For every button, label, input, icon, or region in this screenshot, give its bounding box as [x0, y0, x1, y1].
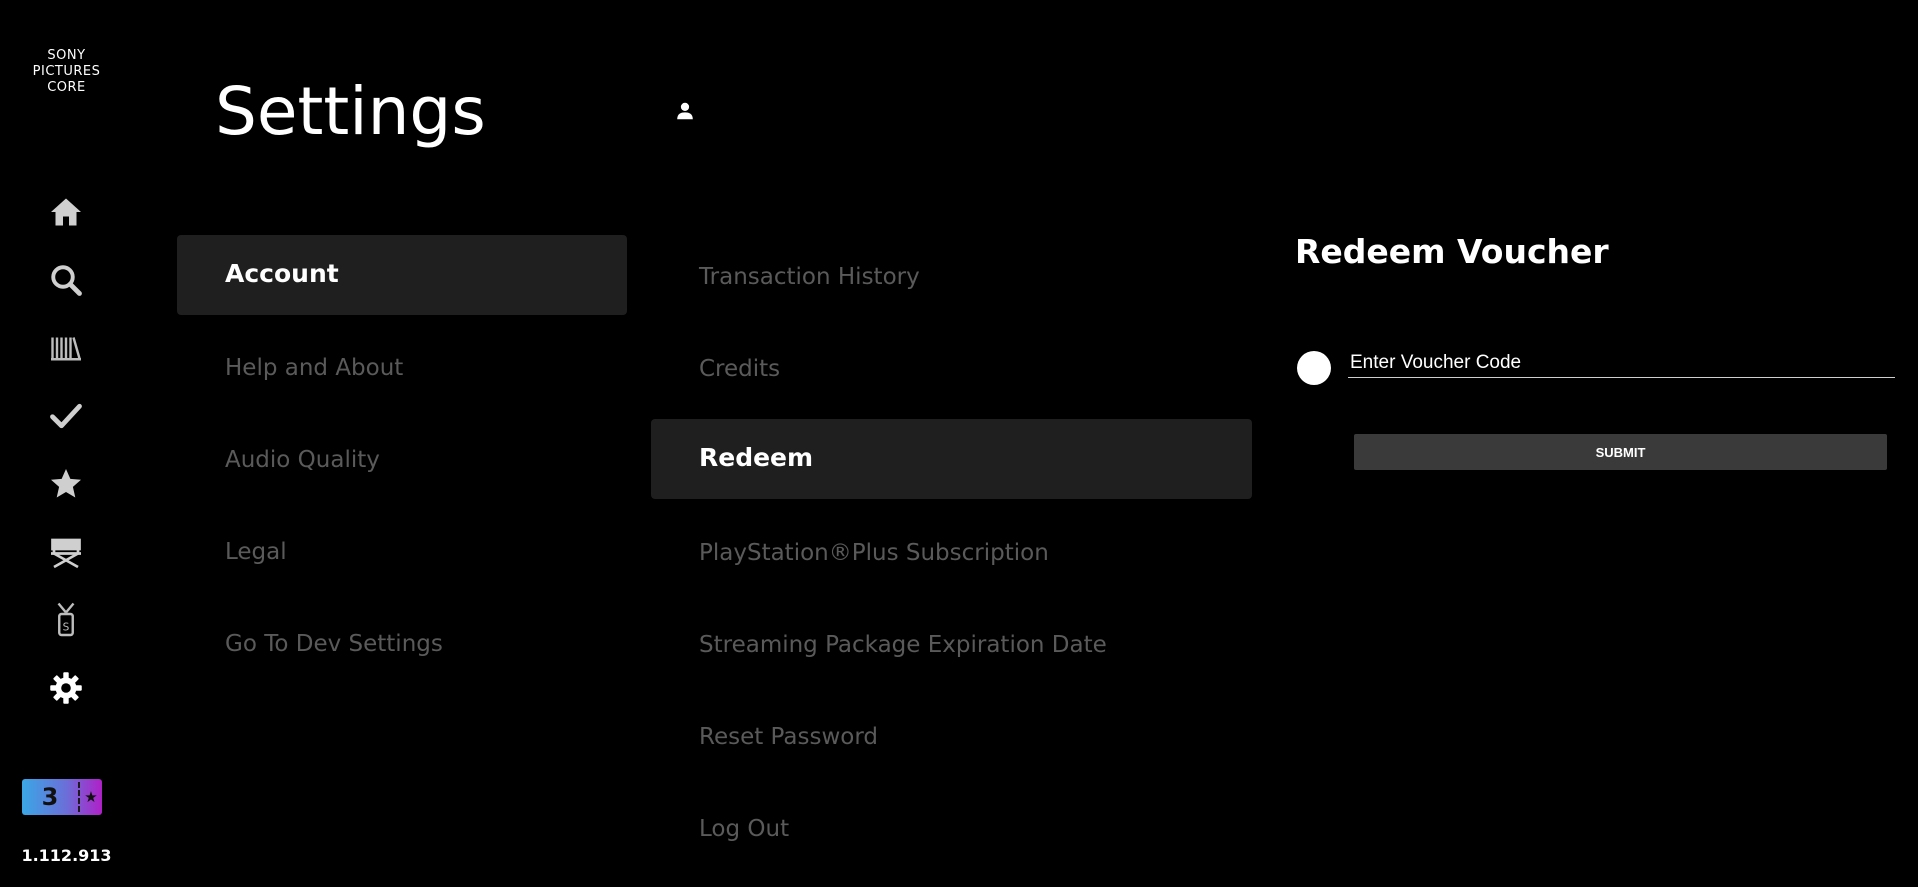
category-item-legal[interactable]: Legal	[225, 539, 287, 565]
logo-line: CORE	[47, 80, 86, 95]
category-item-audio-quality[interactable]: Audio Quality	[225, 447, 380, 473]
submenu-item-credits[interactable]: Credits	[699, 356, 780, 382]
voucher-code-input[interactable]	[1348, 348, 1895, 378]
nav-pass[interactable]: S	[44, 598, 88, 642]
tier-badge-star: ★	[84, 788, 98, 806]
submenu-item-transaction-history[interactable]: Transaction History	[699, 264, 920, 290]
nav-home[interactable]	[44, 190, 88, 234]
sony-pictures-core-logo[interactable]: SONY PICTURES CORE	[20, 48, 113, 96]
svg-text:S: S	[63, 622, 70, 634]
star-icon	[51, 469, 81, 498]
nav-favorites[interactable]	[44, 462, 88, 506]
page-title: Settings	[215, 73, 486, 150]
submenu-item-streaming-package[interactable]: Streaming Package Expiration Date	[699, 632, 1107, 658]
director-chair-icon	[51, 538, 81, 569]
nav-settings[interactable]	[44, 666, 88, 710]
category-label: Account	[225, 259, 339, 288]
checkmark-icon	[50, 403, 82, 429]
submenu-label: Redeem	[699, 443, 814, 472]
submenu-item-playstation-plus[interactable]: PlayStation®Plus Subscription	[699, 540, 1049, 566]
ticket-pass-icon: S	[57, 602, 75, 637]
app-version: 1.112.913	[21, 846, 112, 865]
library-icon	[51, 337, 81, 361]
submenu-item-log-out[interactable]: Log Out	[699, 816, 789, 842]
search-icon	[51, 265, 82, 296]
category-item-account[interactable]: Account	[177, 235, 627, 315]
submit-button[interactable]: SUBMIT	[1354, 434, 1887, 470]
tier-badge[interactable]: 3 ★	[22, 779, 102, 815]
nav-library[interactable]	[44, 326, 88, 370]
logo-line: PICTURES	[32, 64, 101, 79]
nav-search[interactable]	[44, 258, 88, 302]
tier-badge-number: 3	[41, 783, 59, 811]
category-item-dev-settings[interactable]: Go To Dev Settings	[225, 631, 443, 657]
submenu-item-reset-password[interactable]: Reset Password	[699, 724, 878, 750]
redeem-voucher-title: Redeem Voucher	[1295, 232, 1609, 271]
nav-directors[interactable]	[44, 530, 88, 574]
submenu-item-redeem[interactable]: Redeem	[651, 419, 1252, 499]
voucher-radio[interactable]	[1297, 351, 1331, 385]
home-icon	[51, 198, 81, 226]
category-item-help-and-about[interactable]: Help and About	[225, 355, 403, 381]
nav-watched[interactable]	[44, 394, 88, 438]
gear-icon	[50, 672, 82, 704]
user-icon[interactable]	[674, 100, 696, 122]
sidebar: SONY PICTURES CORE S 3 ★ 1.112.913	[0, 0, 133, 887]
logo-line: SONY	[47, 48, 86, 63]
